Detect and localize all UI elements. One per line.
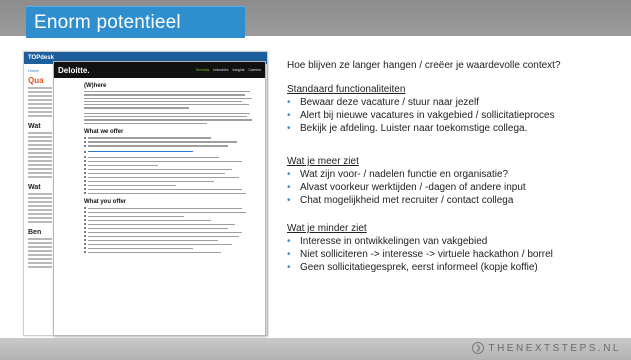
bullet-icon: • [287, 182, 291, 193]
nav-item: Services [195, 68, 210, 72]
deloitte-header: Deloitte. Services Industries Insights C… [54, 62, 265, 78]
section-heading: Wat je minder ziet [287, 223, 367, 234]
slide-title-box: Enorm potentieel [26, 6, 245, 38]
job-offer-heading: What we offer [84, 128, 124, 135]
list-item: • Wat zijn voor- / nadelen functie en org… [287, 169, 509, 180]
bullet-icon: • [287, 123, 291, 134]
bullet-icon: • [287, 236, 291, 247]
deloitte-job-body: (W)here What we offer What you offer [54, 78, 265, 254]
section-standard: Standaard functionaliteiten • Bewaar deze… [287, 83, 555, 135]
list-item: • Alvast voorkeur werktijden / -dagen of … [287, 182, 526, 193]
brand-text: THENEXTSTEPS.NL [488, 342, 621, 354]
deloitte-logo: Deloitte. [58, 65, 90, 75]
job-where-heading: (W)here [84, 83, 107, 89]
deloitte-nav: Services Industries Insights Careers [196, 68, 261, 72]
bullet-icon: • [287, 110, 291, 121]
section-less: Wat je minder ziet • Interesse in ontwikk… [287, 222, 553, 274]
list-item: • Alert bij nieuwe vacatures in vakgebied… [287, 110, 555, 121]
bullet-icon: • [287, 195, 291, 206]
job-you-offer-heading: What you offer [84, 199, 126, 206]
bullet-icon: • [287, 262, 291, 273]
embedded-screenshot-front: Deloitte. Services Industries Insights C… [53, 61, 266, 336]
section-more: Wat je meer ziet • Wat zijn voor- / nadel… [287, 155, 526, 207]
slide-question: Hoe blijven ze langer hangen / creëer je… [287, 60, 561, 71]
topdesk-logo: TOPdesk [28, 55, 54, 61]
section-heading: Standaard functionaliteiten [287, 84, 406, 95]
nav-item: Industries [213, 68, 229, 72]
list-item: • Bewaar deze vacature / stuur naar jezel… [287, 97, 479, 108]
list-item: • Geen sollicitatiegesprek, eerst informe… [287, 262, 538, 273]
bullet-icon: • [287, 249, 291, 260]
brand-footer: ❯ THENEXTSTEPS.NL [472, 342, 621, 354]
circle-arrow-icon: ❯ [472, 342, 485, 354]
section-heading: Wat je meer ziet [287, 156, 359, 167]
bullet-icon: • [287, 169, 291, 180]
list-item: • Bekijk je afdeling. Luister naar toekom… [287, 123, 528, 134]
list-item: • Interesse in ontwikkelingen van vakgebi… [287, 236, 488, 247]
list-item: • Niet solliciteren -> interesse -> virtu… [287, 249, 553, 260]
nav-item: Insights [232, 68, 245, 72]
list-item: • Chat mogelijkheid met recruiter / conta… [287, 195, 514, 206]
nav-item: Careers [248, 68, 261, 72]
bullet-icon: • [287, 97, 291, 108]
slide-title: Enorm potentieel [34, 12, 181, 33]
